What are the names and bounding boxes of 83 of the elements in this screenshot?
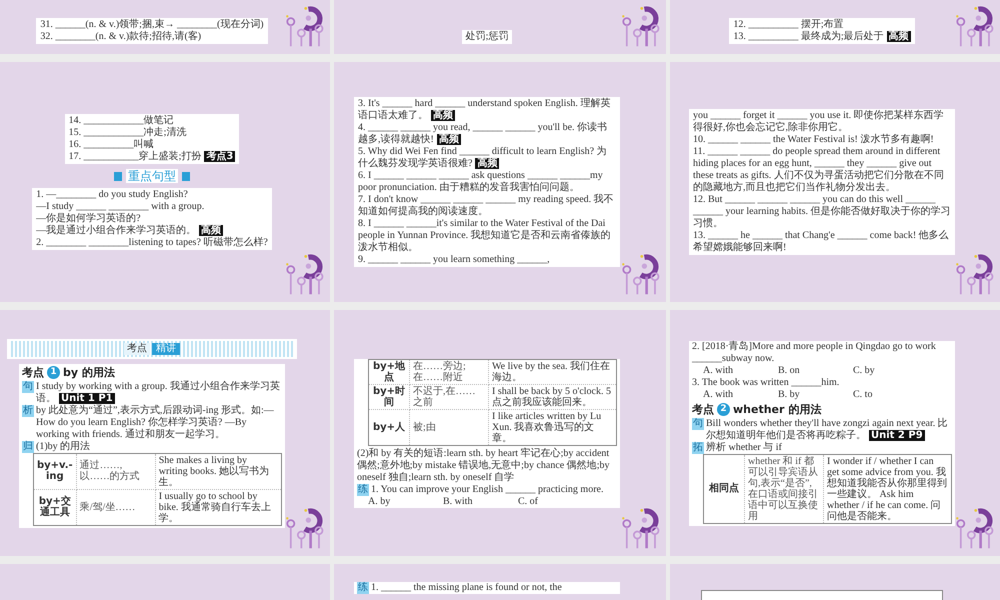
exercise-text: 32. ________(n. & v.)款待;招待,请(客): [40, 31, 202, 43]
answer-option: A. with: [703, 388, 778, 400]
exercise-text: 11. ______ ______ do people spread them around in different hiding places for an egg hunt, ______ they ______ give out these treats as gifts. 人们不仅为寻蛋活动把它们分散在不同的隐藏地方,而且也把它们当作礼物分发出去。: [693, 146, 945, 194]
answer-option: C. to: [853, 388, 928, 400]
slide-thumbnail[interactable]: [334, 62, 666, 302]
answer-option: B. with: [443, 496, 518, 508]
exercise-text: 4. ______ ______ you read, ______ ______ you'll be. 你读书越多,读得就越快! 高频: [358, 122, 608, 146]
note-marker: 句: [692, 418, 704, 430]
answer-option: C. by: [853, 364, 928, 376]
note-marker: 归: [22, 440, 34, 452]
exercise-text: 3. It's ______ hard ______ understand spoken English. 理解英语口语太难了。 高频: [358, 98, 612, 122]
exercise-text: 31. ______(n. & v.)领带;捆,束→ ________(现在分词): [40, 19, 264, 30]
exercise-text: 13. ______ he ______ that Chang'e ______ come back! 他多么希望嫦娥能够回来啊!: [693, 230, 950, 254]
answer-option: B. by: [778, 388, 853, 400]
exercise-text: 12. But ______ ______ ______ you can do this well ______ ______ your learning habits. 但是你能否做好取决于你的学习习惯。: [693, 194, 951, 230]
table-cell: by+时间: [368, 384, 410, 409]
note-text: Bill wonders whether they'll have zongzi again next year. 比尔想知道明年他们是否将再吃粽子。 Unit 2 P9: [706, 418, 949, 442]
exercise-text: 15. ____________冲走;清洗: [68, 127, 188, 138]
note-text: 辨析 whether 与 if: [706, 442, 783, 454]
note-text: 1. You can improve your English ______ practicing more.: [371, 484, 604, 496]
exercise-text: 7. I don't know ______ ______ ______ my reading speed. 我不知道如何提高我的阅读速度。: [358, 194, 615, 218]
exercise-text: 9. ______ ______ you learn something ______,: [358, 254, 551, 266]
square-icon: [182, 172, 190, 180]
table-cell: 在……旁边;在……附近: [410, 359, 488, 384]
answer-option: A. by: [368, 496, 443, 508]
exercise-text: 8. I ______ ______it's similar to the Water Festival of the Dai people in Yunnan Province. 我想知道它是否和云南省傣族的泼水节相似。: [358, 218, 612, 254]
section-heading: 重点句型: [126, 169, 178, 183]
table-cell: 通过……,以……的方式: [76, 453, 156, 489]
slide-thumbnail[interactable]: 处罚;惩罚: [334, 0, 666, 54]
number-badge: 1: [47, 366, 60, 378]
square-icon: [114, 172, 122, 180]
slide-thumbnail[interactable]: 12. __________ 摆开;布置 13. __________ 最终成为;最后处于 高频: [670, 0, 1000, 54]
table-cell: by+地点: [368, 359, 410, 384]
note-text: (1)by 的用法: [36, 440, 92, 452]
note-marker: 句: [22, 380, 34, 392]
exercise-text: —我是通过小组合作来学习英语的。 高频: [36, 225, 224, 236]
note-marker: 练: [357, 484, 369, 496]
table-cell: by+v.-ing: [34, 453, 76, 489]
exercise-text: 14. ____________做笔记: [68, 115, 175, 126]
note-marker: 析: [22, 404, 34, 416]
note-marker: 练: [357, 582, 369, 594]
note-text: 1. ______ the missing plane is found or not, the: [371, 582, 563, 594]
exercise-text: 13. __________ 最终成为;最后处于 高频: [733, 31, 911, 43]
note-text: 2. [2018·青岛]More and more people in Qingdao go to work ______subway now.: [692, 340, 937, 364]
number-badge: 2: [717, 402, 730, 416]
table-cell: We live by the sea. 我们住在海边。: [488, 359, 616, 384]
banner-title: 精讲: [152, 342, 180, 354]
slide-thumbnail[interactable]: [670, 310, 1000, 556]
exercise-text: 17. ___________穿上盛装;打扮 考点3: [68, 151, 236, 163]
table-cell: 不迟于,在……之前: [410, 384, 488, 409]
slide-thumbnail[interactable]: [0, 310, 330, 556]
exercise-text: —你是如何学习英语的?: [36, 213, 142, 224]
note-marker: 拓: [692, 442, 704, 454]
slide-thumbnail[interactable]: [670, 62, 1000, 302]
table-cell: I shall be back by 5 o'clock. 5点之前我应该能回来。: [488, 384, 616, 409]
exercise-text: 2. ________ ________listening to tapes? 听磁带怎么样?: [36, 237, 268, 249]
exercise-text: 12. __________ 摆开;布置: [733, 19, 845, 30]
banner-label: 考点: [124, 342, 150, 354]
topic-title: by 的用法: [63, 364, 115, 380]
exercise-text: 16. __________叫喊: [68, 139, 155, 150]
exercise-text: 处罚;惩罚: [466, 31, 508, 43]
topic-title: whether 的用法: [733, 402, 822, 416]
exercise-text: 10. ______ ______ the Water Festival is! 泼水节多有趣啊!: [693, 134, 935, 146]
note-text: (2)和 by 有关的短语:learn sth. by heart 牢记在心;by accident 偶然;意外地;by mistake 错误地,无意中;by chance 偶然地;by oneself 独自;learn sth. by oneself 自学: [357, 448, 610, 484]
exercise-text: 1. —________ do you study English?: [36, 189, 189, 201]
slide-thumbnail[interactable]: 练 1. ______ the missing plane is found or not, the: [334, 564, 666, 600]
topic-label: 考点: [692, 402, 714, 416]
note-text: I study by working with a group. 我通过小组合作来学习英语。 Unit 1 P1: [36, 380, 281, 404]
table-cell: She makes a living by writing books. 她以写书为生。: [155, 453, 282, 489]
topic-label: 考点: [22, 364, 44, 380]
exercise-text: you ______ forget it ______ you use it. 即使你把某样东西学得很好,你也会忘记它,除非你用它。: [693, 110, 945, 134]
exercise-text: 5. Why did Wei Fen find ______ difficult to learn English? 为什么魏芬发现学英语很难? 高频: [358, 146, 608, 170]
answer-option: C. of: [518, 496, 593, 508]
slide-thumbnail[interactable]: [0, 62, 330, 302]
answer-option: B. on: [778, 364, 853, 376]
exercise-text: 6. I ______ ______ ______ ask questions ______ ______my poor pronunciation. 由于糟糕的发音我害怕问问题。: [358, 170, 604, 194]
slide-thumbnail[interactable]: 31. ______(n. & v.)领带;捆,束→ ________(现在分词) 32. ________(n. & v.)款待;招待,请(客): [0, 0, 330, 54]
slide-thumbnail[interactable]: [334, 310, 666, 556]
exercise-text: —I study ______ ________ with a group.: [36, 201, 206, 212]
slide-thumbnail[interactable]: [670, 564, 1000, 600]
note-text: by 此处意为“通过”,表示方式,后跟动词-ing 形式。如:—How do you learn English? 你怎样学习英语? —By working with friends. 通过和朋友一起学习。: [36, 404, 275, 440]
note-text: 3. The book was written ______him.: [692, 376, 840, 388]
answer-option: A. with: [703, 364, 778, 376]
